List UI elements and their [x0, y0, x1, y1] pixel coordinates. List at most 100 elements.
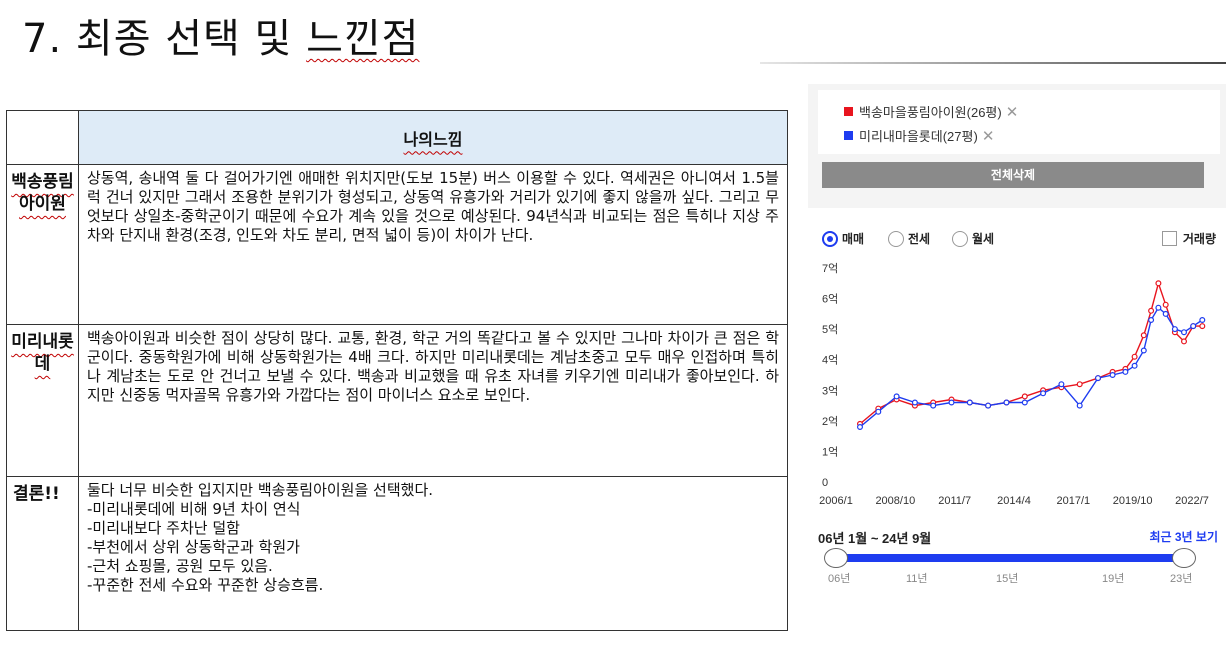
row-label: 미리내롯데: [6, 324, 79, 477]
legend-label: 백송마을풍림아이원(26평): [859, 105, 1002, 120]
conclusion-line: -부천에서 상위 상동학군과 학원가: [87, 538, 300, 556]
data-point[interactable]: [1199, 323, 1206, 330]
data-point[interactable]: [1003, 399, 1010, 406]
row-label: 결론!!: [6, 476, 79, 631]
radio-label: 매매: [842, 232, 865, 246]
title-word: 최종: [75, 16, 152, 62]
slider-tick: 23년: [1170, 573, 1193, 584]
range-slider-track[interactable]: [834, 554, 1186, 562]
data-point[interactable]: [1155, 280, 1162, 287]
data-point[interactable]: [1095, 375, 1102, 382]
range-label: 06년 1월 ~ 24년 9월: [818, 531, 932, 546]
volume-checkbox[interactable]: 거래량: [1161, 230, 1216, 247]
range-slider-start-handle[interactable]: [824, 548, 848, 568]
y-tick-label: 1억: [822, 445, 838, 458]
y-tick-label: 7억: [822, 262, 838, 275]
y-tick-label: 4억: [822, 354, 838, 367]
row-label-text: 미리내롯데: [11, 332, 74, 374]
data-point[interactable]: [1109, 371, 1116, 378]
radio-monthly[interactable]: 월세: [952, 230, 994, 247]
table-header-cell: 나의느낌: [78, 110, 788, 165]
data-point[interactable]: [1076, 402, 1083, 409]
blue-square-icon: [844, 131, 853, 140]
data-point[interactable]: [1021, 399, 1028, 406]
table-header-row: 나의느낌: [6, 110, 788, 165]
title-prefix: 7.: [22, 16, 63, 62]
price-compare-panel: 백송마을풍림아이원(26평) ✕ 미리내마을롯데(27평) ✕ 전체삭제 매매 …: [808, 84, 1226, 644]
row-label: 백송풍림아이원: [6, 164, 79, 325]
data-point[interactable]: [1162, 310, 1169, 317]
compare-legend: 백송마을풍림아이원(26평) ✕ 미리내마을롯데(27평) ✕: [818, 90, 1220, 154]
table-row: 결론!! 둘다 너무 비슷한 입지지만 백송풍림아이원을 선택했다. -미리내롯…: [6, 476, 788, 631]
close-icon[interactable]: ✕: [982, 127, 995, 145]
conclusion-line: -미리내보다 주차난 덜함: [87, 519, 240, 537]
close-icon[interactable]: ✕: [1006, 103, 1019, 121]
x-tick-label: 2017/1: [1057, 495, 1091, 507]
range-slider-end-handle[interactable]: [1172, 548, 1196, 568]
data-point[interactable]: [1162, 301, 1169, 308]
data-point[interactable]: [875, 408, 882, 415]
slider-tick: 19년: [1102, 573, 1125, 584]
impressions-table: 나의느낌 백송풍림아이원 상동역, 송내역 둘 다 걸어가기엔 애매한 위치지만…: [6, 110, 788, 631]
deal-type-selector: 매매 전세 월세 거래량: [822, 230, 1222, 250]
data-point[interactable]: [1181, 329, 1188, 336]
conclusion-line: 둘다 너무 비슷한 입지지만 백송풍림아이원을 선택했다.: [87, 481, 434, 499]
data-point[interactable]: [1076, 381, 1083, 388]
data-point[interactable]: [1131, 353, 1138, 360]
radio-selected-icon: [822, 230, 838, 247]
data-point[interactable]: [1058, 381, 1065, 388]
x-tick-label: 2006/1: [819, 495, 853, 507]
data-point[interactable]: [1181, 338, 1188, 345]
data-point[interactable]: [1155, 304, 1162, 311]
series-line: [859, 306, 1203, 428]
data-point[interactable]: [948, 399, 955, 406]
y-tick-label: 2억: [822, 415, 838, 428]
row-label-text: 결론!!: [13, 484, 60, 504]
checkbox-label: 거래량: [1182, 232, 1216, 246]
legend-item: 백송마을풍림아이원(26평) ✕: [844, 102, 1018, 121]
title-word: 느낀점: [306, 16, 420, 62]
radio-empty-icon: [952, 230, 968, 247]
radio-label: 월세: [972, 232, 995, 246]
radio-sale[interactable]: 매매: [822, 230, 864, 247]
chart-card: 매매 전세 월세 거래량 0 1억 2억 3억 4억 5억 6억 7억 2006/1 2008/…: [808, 208, 1226, 644]
data-point[interactable]: [1021, 393, 1028, 400]
data-point[interactable]: [930, 402, 937, 409]
y-tick-label: 0: [822, 477, 828, 489]
x-tick-label: 2019/10: [1113, 495, 1153, 507]
data-point[interactable]: [966, 399, 973, 406]
delete-all-button[interactable]: 전체삭제: [822, 162, 1204, 188]
slider-tick: 06년: [828, 573, 851, 584]
data-point[interactable]: [856, 424, 863, 431]
data-point[interactable]: [1148, 316, 1155, 323]
slider-ticks: 06년 11년 15년 19년 23년: [826, 570, 1196, 584]
radio-empty-icon: [888, 230, 904, 247]
data-point[interactable]: [911, 399, 918, 406]
data-point[interactable]: [1131, 362, 1138, 369]
y-axis: 0 1억 2억 3억 4억 5억 6억 7억: [822, 262, 838, 489]
data-point[interactable]: [985, 402, 992, 409]
x-tick-label: 2008/10: [875, 495, 915, 507]
table-row: 백송풍림아이원 상동역, 송내역 둘 다 걸어가기엔 애매한 위치지만(도보 1…: [6, 164, 788, 325]
radio-jeonse[interactable]: 전세: [888, 230, 930, 247]
x-tick-label: 2022/7: [1175, 495, 1209, 507]
data-point[interactable]: [1140, 347, 1147, 354]
series-line: [859, 280, 1203, 425]
data-point[interactable]: [1199, 316, 1206, 323]
data-point[interactable]: [1171, 326, 1178, 333]
recent-3y-link[interactable]: 최근 3년 보기: [1149, 528, 1218, 545]
row-text: 백송아이원과 비슷한 점이 상당히 많다. 교통, 환경, 학군 거의 똑같다고…: [78, 324, 788, 477]
data-point[interactable]: [1140, 332, 1147, 339]
data-point[interactable]: [893, 393, 900, 400]
y-tick-label: 6억: [822, 293, 838, 306]
data-point[interactable]: [1122, 368, 1129, 375]
data-point[interactable]: [1148, 307, 1155, 314]
y-tick-label: 5억: [822, 323, 838, 336]
conclusion-text: 둘다 너무 비슷한 입지지만 백송풍림아이원을 선택했다. -미리내롯데에 비해…: [78, 476, 788, 631]
x-axis: 2006/1 2008/10 2011/7 2014/4 2017/1 2019/10 20…: [819, 495, 1209, 507]
header-text: 나의느낌: [403, 129, 463, 149]
data-point[interactable]: [1040, 390, 1047, 397]
data-point[interactable]: [1190, 323, 1197, 330]
title-divider: [760, 62, 1226, 64]
row-text: 상동역, 송내역 둘 다 걸어가기엔 애매한 위치지만(도보 15분) 버스 이…: [78, 164, 788, 325]
